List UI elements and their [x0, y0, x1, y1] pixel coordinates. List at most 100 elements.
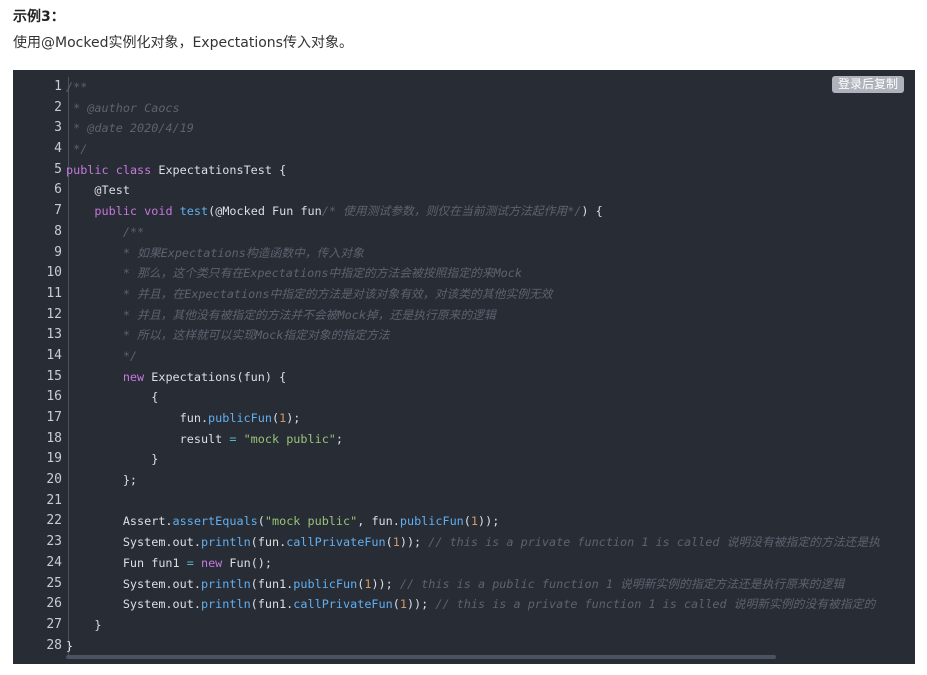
code-line: */ [66, 346, 901, 367]
line-number: 12 [46, 306, 62, 322]
code-line: * 所以，这样就可以实现Mock指定对象的指定方法 [66, 325, 901, 346]
example-description: 使用@Mocked实例化对象，Expectations传入对象。 [13, 35, 353, 51]
code-token: println [200, 576, 251, 591]
line-number-gutter: 1 2 3 4 5 6 7 8 9 10 11 12 13 14 15 16 17 18 19 20 21 22 23 24 2… [13, 77, 69, 656]
line-number: 9 [54, 244, 62, 260]
code-line: Assert.assertEquals("mock public", fun.p… [66, 511, 901, 532]
line-number: 26 [46, 596, 62, 612]
line-number: 25 [46, 575, 62, 591]
code-token: public [66, 162, 109, 177]
code-token: void [144, 204, 173, 219]
code-token: Expectations(fun) { [144, 369, 287, 384]
code-token: @Test [66, 183, 130, 198]
line-number: 27 [46, 616, 62, 632]
line-number: 24 [46, 554, 62, 570]
code-token: fun. [66, 411, 209, 425]
code-token: (@Mocked Fun fun [208, 204, 322, 219]
code-line: * 并且，其他没有被指定的方法并不会被Mock掉，还是执行原来的逻辑 [66, 305, 901, 326]
code-token: ) { [581, 204, 603, 219]
example-heading: 示例3： [13, 9, 65, 25]
code-line: result = "mock public"; [66, 429, 901, 450]
code-line: public class ExpectationsTest { [66, 160, 901, 181]
code-token: /* 使用测试参数，则仅在当前测试方法起作用*/ [321, 204, 582, 219]
code-token: * 并且，其他没有被指定的方法并不会被Mock掉，还是执行原来的逻辑 [66, 307, 496, 322]
code-token: Fun fun1 [66, 555, 187, 570]
line-number: 17 [46, 410, 62, 425]
code-token: 1 [392, 535, 400, 550]
code-line: * 如果Expectations构造函数中，传入对象 [66, 243, 901, 264]
line-number: 19 [46, 451, 62, 467]
code-line: * 并且，在Expectations中指定的方法是对该对象有效，对该类的其他实例… [66, 284, 901, 305]
code-token: (fun1. [250, 576, 294, 591]
code-token: println [200, 535, 251, 550]
code-token: )); [478, 514, 500, 529]
code-token: Assert. [66, 514, 173, 529]
code-token: } [66, 452, 159, 467]
line-number: 2 [54, 99, 62, 115]
code-token: "mock public" [243, 431, 336, 446]
code-line: }; [66, 470, 901, 491]
code-line: System.out.println(fun.callPrivateFun(1)… [66, 532, 901, 553]
code-line: Fun fun1 = new Fun(); [66, 553, 901, 574]
line-number: 15 [46, 368, 62, 384]
line-number: 21 [46, 492, 62, 508]
code-token: * 如果Expectations构造函数中，传入对象 [66, 245, 364, 260]
line-number: 20 [46, 472, 62, 488]
line-number: 23 [46, 534, 62, 550]
horizontal-scrollbar[interactable] [66, 655, 776, 659]
code-token: )); [371, 576, 400, 591]
code-token: * 并且，在Expectations中指定的方法是对该对象有效，对该类的其他实例… [66, 286, 553, 301]
code-line: */ [66, 139, 901, 160]
code-token: println [200, 597, 251, 612]
line-number: 10 [46, 265, 62, 281]
copy-code-button[interactable]: 登录后复制 [831, 76, 904, 93]
code-token: public [94, 204, 138, 219]
code-token: } [66, 617, 102, 632]
code-line: System.out.println(fun1.callPrivateFun(1… [66, 594, 901, 615]
code-token: ); [286, 411, 301, 425]
code-token: /** [66, 80, 88, 94]
code-content: /** * @author Caocs * @date 2020/4/19 */… [66, 77, 901, 656]
code-token: publicFun [208, 411, 272, 425]
code-token: { [66, 390, 159, 405]
line-number: 3 [54, 120, 62, 136]
code-token: System.out. [66, 597, 201, 612]
code-token: */ [66, 142, 88, 157]
line-number: 7 [54, 203, 62, 219]
code-token: * @author Caocs [66, 100, 180, 115]
line-number: 5 [54, 161, 62, 177]
code-line: * @date 2020/4/19 [66, 118, 901, 139]
code-token: "mock public" [264, 514, 358, 529]
code-token: (fun1. [250, 597, 294, 612]
code-token: , fun. [357, 514, 400, 529]
code-line: * @author Caocs [66, 98, 901, 119]
code-line: fun.publicFun(1); [66, 408, 901, 429]
code-token: callPrivateFun [286, 535, 386, 550]
code-token: 1 [470, 514, 478, 529]
code-token: ( [257, 514, 265, 529]
code-token: // this is a private function 1 is calle… [435, 597, 876, 612]
code-token: ; [335, 431, 344, 446]
code-token: callPrivateFun [293, 597, 393, 612]
line-number: 28 [46, 637, 62, 653]
code-token: System.out. [66, 535, 201, 550]
code-token: ( [385, 535, 393, 550]
code-line: * 那么，这个类只有在Expectations中指定的方法会被按照指定的来Moc… [66, 263, 901, 284]
code-line: } [66, 449, 901, 470]
code-token: (fun. [250, 535, 287, 550]
code-token: }; [66, 473, 138, 488]
code-token: } [66, 638, 74, 653]
code-line: /** [66, 77, 901, 98]
code-token: result [66, 431, 230, 446]
code-token: new [122, 369, 145, 384]
line-number: 4 [54, 141, 62, 157]
line-number: 13 [46, 327, 62, 343]
line-number: 18 [46, 430, 62, 446]
line-number: 1 [54, 79, 62, 94]
